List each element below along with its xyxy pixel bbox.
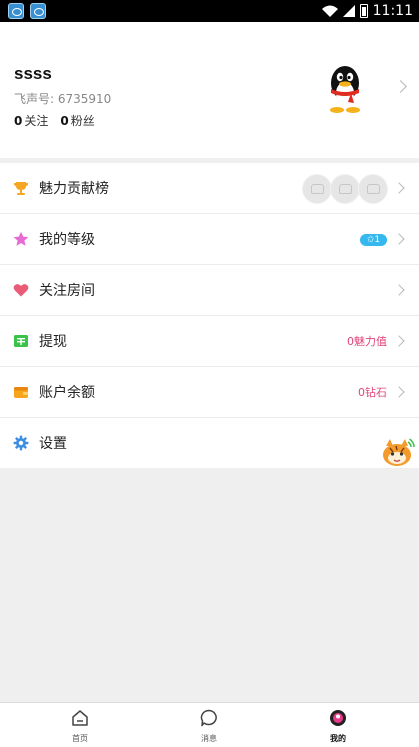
following-label: 关注 — [24, 114, 49, 128]
username: ssss — [14, 64, 52, 83]
fei-id: 飞声号: 6735910 — [14, 92, 112, 106]
chat-bubble-icon — [200, 709, 217, 727]
fans-stat[interactable]: 0 粉丝 — [60, 112, 94, 129]
chevron-right-icon — [393, 233, 405, 245]
trophy-icon — [14, 182, 28, 195]
menu-item-label: 关注房间 — [39, 283, 95, 299]
chevron-right-icon — [393, 182, 405, 194]
app-notification-icon — [30, 3, 46, 19]
menu-item-charm-ranking[interactable]: 魅力贡献榜 — [0, 163, 419, 214]
status-time: 11:11 — [372, 3, 413, 19]
battery-icon — [359, 4, 368, 18]
charm-value: 0魅力值 — [347, 335, 387, 348]
app-notification-icon — [8, 3, 24, 19]
star-icon — [13, 231, 29, 246]
fans-count: 0 — [60, 114, 69, 128]
menu-item-label: 我的等级 — [39, 232, 95, 248]
floating-tiger-mascot-icon[interactable] — [380, 434, 416, 470]
gear-icon — [13, 435, 29, 451]
wifi-icon — [321, 5, 338, 17]
chevron-right-icon — [394, 80, 407, 93]
tab-label: 首页 — [72, 734, 88, 743]
bottom-tab-bar: 首页 消息 我的 — [0, 702, 419, 747]
follow-stats: 0 关注 0 粉丝 — [14, 112, 95, 129]
profile-tab-icon — [330, 710, 346, 726]
withdraw-icon — [14, 335, 28, 347]
menu-item-label: 提现 — [39, 334, 67, 350]
home-icon — [72, 710, 88, 726]
sofa-seat-icon — [358, 174, 388, 204]
sofa-seat-icon — [330, 174, 360, 204]
chevron-right-icon — [393, 284, 405, 296]
following-stat[interactable]: 0 关注 — [14, 112, 48, 129]
diamond-balance: 0钻石 — [358, 386, 387, 399]
avatar[interactable] — [323, 62, 367, 114]
status-bar: 11:11 — [0, 0, 419, 22]
menu-item-withdraw[interactable]: 提现 0魅力值 — [0, 316, 419, 367]
profile-header[interactable]: ssss 飞声号: 6735910 0 关注 0 粉丝 — [0, 22, 419, 158]
sofa-seat-icon — [302, 174, 332, 204]
tab-home[interactable]: 首页 — [50, 703, 110, 747]
heart-icon — [13, 284, 29, 297]
tab-mine[interactable]: 我的 — [308, 703, 368, 747]
menu-item-settings[interactable]: 设置 — [0, 418, 419, 468]
signal-icon — [342, 5, 355, 17]
top-contributors — [302, 174, 388, 204]
following-count: 0 — [14, 114, 23, 128]
menu-item-label: 设置 — [39, 436, 67, 452]
tab-label: 消息 — [201, 734, 217, 743]
wallet-icon — [14, 387, 28, 398]
menu-item-followed-rooms[interactable]: 关注房间 — [0, 265, 419, 316]
level-badge: ✩1 — [360, 234, 387, 246]
tab-label: 我的 — [330, 734, 346, 743]
menu-item-my-level[interactable]: 我的等级 ✩1 — [0, 214, 419, 265]
chevron-right-icon — [393, 386, 405, 398]
fans-label: 粉丝 — [70, 114, 95, 128]
menu-item-label: 魅力贡献榜 — [39, 181, 109, 197]
menu-item-label: 账户余额 — [39, 385, 95, 401]
tab-messages[interactable]: 消息 — [179, 703, 239, 747]
menu-list: 魅力贡献榜 我的等级 ✩1 关注房间 提现 0魅力值 账户余额 0钻石 设置 — [0, 163, 419, 468]
menu-item-account-balance[interactable]: 账户余额 0钻石 — [0, 367, 419, 418]
chevron-right-icon — [393, 335, 405, 347]
